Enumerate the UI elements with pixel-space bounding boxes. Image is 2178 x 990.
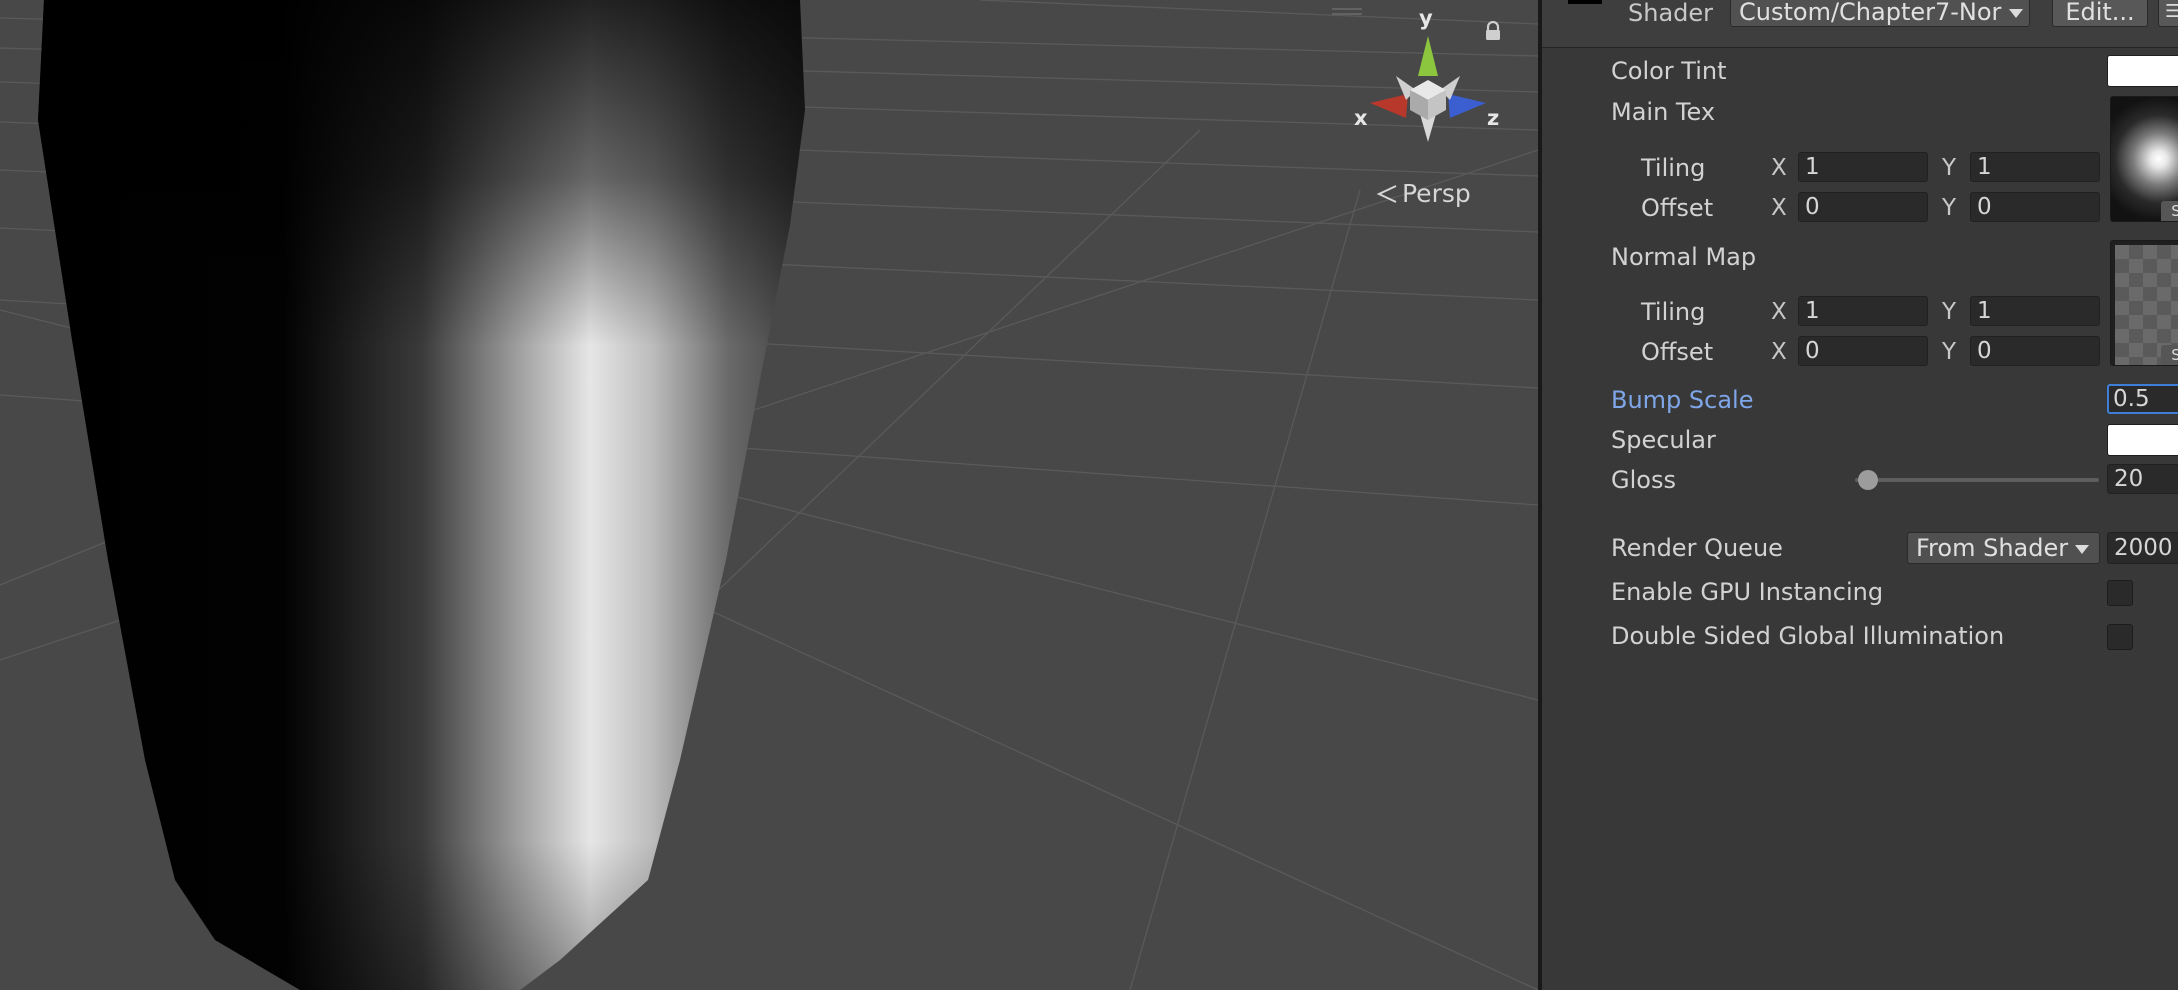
gloss-value-field[interactable]: 20 bbox=[2107, 464, 2178, 494]
gloss-label: Gloss bbox=[1611, 466, 1676, 494]
perspective-icon bbox=[1376, 184, 1397, 203]
gloss-slider-thumb[interactable] bbox=[1858, 470, 1879, 490]
material-preview-swatch bbox=[1568, 0, 1602, 4]
shader-label: Shader bbox=[1628, 0, 1714, 27]
bump-scale-field[interactable]: 0.5 bbox=[2107, 384, 2178, 414]
shader-menu-button[interactable]: ☰ bbox=[2158, 0, 2178, 27]
main-tex-select-button[interactable]: S bbox=[2161, 201, 2178, 221]
color-tint-label: Color Tint bbox=[1611, 57, 1727, 85]
edit-shader-button[interactable]: Edit... bbox=[2052, 0, 2148, 27]
main-tex-tiling-label: Tiling bbox=[1641, 154, 1706, 182]
main-tex-tiling-x-label: X bbox=[1771, 155, 1787, 181]
main-tex-tiling-y-field[interactable]: 1 bbox=[1970, 152, 2100, 182]
shader-dropdown[interactable]: Custom/Chapter7-Norma bbox=[1730, 0, 2030, 27]
orientation-gizmo[interactable] bbox=[1352, 28, 1512, 168]
color-tint-swatch[interactable] bbox=[2107, 55, 2178, 87]
render-queue-value-field[interactable]: 2000 bbox=[2107, 532, 2178, 564]
normal-map-select-button[interactable]: S bbox=[2161, 345, 2178, 365]
chevron-down-icon bbox=[2075, 545, 2089, 554]
specular-label: Specular bbox=[1611, 426, 1716, 454]
gpu-instancing-label: Enable GPU Instancing bbox=[1611, 578, 1884, 606]
main-tex-tiling-y-label: Y bbox=[1942, 155, 1957, 181]
main-tex-offset-x-label: X bbox=[1771, 195, 1787, 221]
render-queue-mode: From Shader bbox=[1916, 534, 2069, 562]
normal-map-label: Normal Map bbox=[1611, 243, 1757, 271]
drag-handle-icon[interactable] bbox=[1332, 8, 1362, 16]
projection-toggle[interactable]: Persp bbox=[1376, 179, 1471, 208]
list-icon: ☰ bbox=[2165, 1, 2178, 22]
chevron-down-icon bbox=[2009, 9, 2023, 18]
material-inspector: Shader Custom/Chapter7-Norma Edit... ☰ C… bbox=[1542, 0, 2178, 990]
main-tex-offset-label: Offset bbox=[1641, 194, 1714, 222]
scene-view[interactable]: y x z Persp bbox=[0, 0, 1538, 990]
shader-dropdown-value: Custom/Chapter7-Norma bbox=[1739, 0, 2003, 26]
main-tex-offset-y-field[interactable]: 0 bbox=[1970, 192, 2100, 222]
gpu-instancing-checkbox[interactable] bbox=[2107, 580, 2133, 606]
normal-map-tiling-x-field[interactable]: 1 bbox=[1798, 296, 1928, 326]
normal-map-offset-y-label: Y bbox=[1942, 339, 1957, 365]
gizmo-x-label[interactable]: x bbox=[1354, 106, 1368, 130]
gizmo-y-label[interactable]: y bbox=[1419, 6, 1433, 30]
normal-map-offset-y-field[interactable]: 0 bbox=[1970, 336, 2100, 366]
lock-icon[interactable] bbox=[1484, 21, 1502, 41]
render-queue-dropdown[interactable]: From Shader bbox=[1907, 532, 2100, 564]
normal-map-offset-label: Offset bbox=[1641, 338, 1714, 366]
render-queue-label: Render Queue bbox=[1611, 534, 1783, 562]
double-sided-gi-checkbox[interactable] bbox=[2107, 624, 2133, 650]
main-tex-offset-y-label: Y bbox=[1942, 195, 1957, 221]
double-sided-gi-label: Double Sided Global Illumination bbox=[1611, 622, 2005, 650]
specular-color-swatch[interactable] bbox=[2107, 424, 2178, 456]
normal-map-offset-x-label: X bbox=[1771, 339, 1787, 365]
gloss-slider-track[interactable] bbox=[1855, 478, 2099, 482]
normal-map-tiling-y-label: Y bbox=[1942, 299, 1957, 325]
shader-header: Shader Custom/Chapter7-Norma Edit... ☰ bbox=[1542, 0, 2178, 48]
capsule-mesh[interactable] bbox=[0, 0, 1538, 990]
normal-map-slot[interactable]: S bbox=[2110, 240, 2178, 366]
main-tex-tiling-x-field[interactable]: 1 bbox=[1798, 152, 1928, 182]
normal-map-offset-x-field[interactable]: 0 bbox=[1798, 336, 1928, 366]
normal-map-tiling-x-label: X bbox=[1771, 299, 1787, 325]
main-tex-offset-x-field[interactable]: 0 bbox=[1798, 192, 1928, 222]
bump-scale-label: Bump Scale bbox=[1611, 386, 1754, 414]
normal-map-tiling-label: Tiling bbox=[1641, 298, 1706, 326]
main-tex-slot[interactable]: S bbox=[2110, 96, 2178, 222]
gizmo-z-label[interactable]: z bbox=[1487, 106, 1499, 130]
projection-label: Persp bbox=[1402, 179, 1471, 208]
main-tex-label: Main Tex bbox=[1611, 98, 1716, 126]
normal-map-tiling-y-field[interactable]: 1 bbox=[1970, 296, 2100, 326]
